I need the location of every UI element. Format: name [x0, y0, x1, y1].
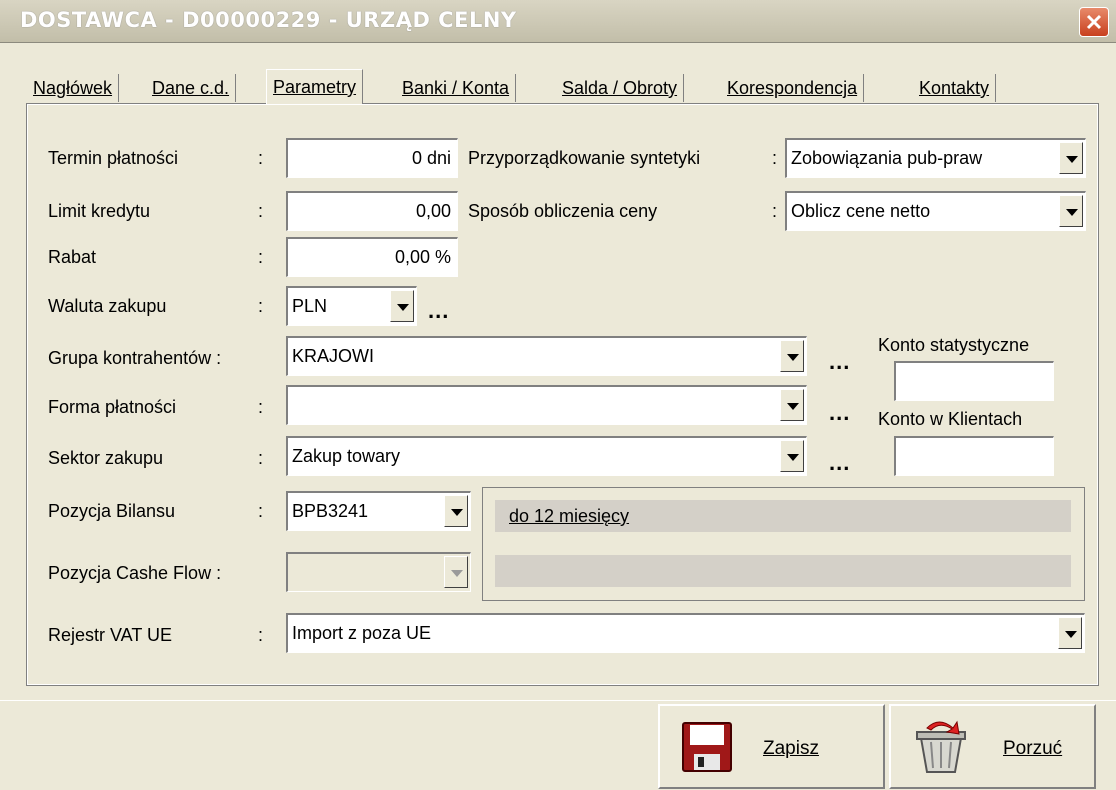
- forma-more-button[interactable]: ...: [829, 400, 850, 426]
- waluta-zakupu-label: Waluta zakupu: [48, 296, 167, 316]
- forma-platnosci-select[interactable]: [286, 385, 807, 425]
- konto-statystyczne-input[interactable]: [894, 361, 1054, 401]
- colon: :: [258, 296, 264, 316]
- close-icon: [1086, 14, 1102, 30]
- pozycja-bilansu-value: BPB3241: [292, 501, 369, 521]
- waluta-zakupu-select[interactable]: PLN: [286, 286, 417, 326]
- przyporzadkowanie-label: Przyporządkowanie syntetyki: [468, 148, 701, 168]
- tab-dane-cd[interactable]: Dane c.d.: [146, 74, 237, 102]
- konto-w-klientach-label: Konto w Klientach: [878, 409, 1023, 429]
- close-button[interactable]: [1079, 7, 1109, 37]
- cashflow-description: [495, 555, 1071, 587]
- forma-platnosci-label: Forma płatności: [48, 397, 177, 417]
- cancel-button[interactable]: Porzuć: [889, 704, 1096, 789]
- window-title: DOSTAWCA - D00000229 - URZĄD CELNY: [20, 8, 517, 32]
- chevron-down-icon[interactable]: [444, 495, 468, 527]
- grupa-more-button[interactable]: ...: [829, 349, 850, 375]
- colon: :: [258, 148, 264, 168]
- colon: :: [258, 501, 264, 521]
- sposob-obliczenia-select[interactable]: Oblicz cene netto: [785, 191, 1086, 231]
- sektor-zakupu-select[interactable]: Zakup towary: [286, 436, 807, 476]
- chevron-down-icon[interactable]: [1059, 195, 1083, 227]
- grupa-kontrahentow-value: KRAJOWI: [292, 346, 375, 366]
- chevron-down-icon[interactable]: [1059, 142, 1083, 174]
- save-button[interactable]: Zapisz: [658, 704, 885, 789]
- sektor-zakupu-label: Sektor zakupu: [48, 448, 164, 468]
- colon: :: [258, 247, 264, 267]
- tab-parametry[interactable]: Parametry: [266, 69, 364, 104]
- save-button-label: Zapisz: [763, 738, 819, 759]
- sposob-obliczenia-label: Sposób obliczenia ceny: [468, 201, 658, 221]
- trash-can-icon: [916, 720, 966, 773]
- przyporzadkowanie-select[interactable]: Zobowiązania pub-praw: [785, 138, 1086, 178]
- chevron-down-icon[interactable]: [780, 340, 804, 372]
- konto-statystyczne-label: Konto statystyczne: [878, 335, 1030, 355]
- sposob-obliczenia-value: Oblicz cene netto: [791, 201, 931, 221]
- chevron-down-icon[interactable]: [780, 389, 804, 421]
- rejestr-vat-ue-value: Import z poza UE: [292, 623, 432, 643]
- pozycja-description-group: do 12 miesięcy: [482, 487, 1085, 601]
- tab-korespondencja[interactable]: Korespondencja: [721, 74, 865, 102]
- przyporzadkowanie-value: Zobowiązania pub-praw: [791, 148, 983, 168]
- colon: :: [772, 148, 778, 168]
- termin-platnosci-label: Termin płatności: [48, 148, 179, 168]
- tab-strip: Nagłówek Dane c.d. Parametry Banki / Kon…: [0, 60, 1116, 104]
- colon: :: [258, 448, 264, 468]
- waluta-zakupu-value: PLN: [292, 296, 328, 316]
- termin-platnosci-input[interactable]: 0 dni: [286, 138, 458, 178]
- bilans-description: do 12 miesięcy: [495, 500, 1071, 532]
- limit-kredytu-input[interactable]: 0,00: [286, 191, 458, 231]
- tab-kontakty[interactable]: Kontakty: [913, 74, 997, 102]
- waluta-more-button[interactable]: ...: [428, 298, 449, 324]
- colon: :: [258, 201, 264, 221]
- grupa-kontrahentow-select[interactable]: KRAJOWI: [286, 336, 807, 376]
- colon: :: [772, 201, 778, 221]
- chevron-down-icon[interactable]: [390, 290, 414, 322]
- floppy-disk-icon: [682, 722, 732, 772]
- tab-naglowek[interactable]: Nagłówek: [27, 74, 120, 102]
- chevron-down-icon[interactable]: [1058, 617, 1082, 649]
- limit-kredytu-label: Limit kredytu: [48, 201, 151, 221]
- colon: :: [258, 397, 264, 417]
- sektor-zakupu-value: Zakup towary: [292, 446, 401, 466]
- pozycja-bilansu-select[interactable]: BPB3241: [286, 491, 471, 531]
- chevron-down-icon[interactable]: [780, 440, 804, 472]
- rejestr-vat-ue-select[interactable]: Import z poza UE: [286, 613, 1085, 653]
- colon: :: [258, 625, 264, 645]
- pozycja-cashe-flow-select[interactable]: [286, 552, 471, 592]
- cancel-button-label: Porzuć: [1003, 738, 1063, 759]
- pozycja-bilansu-label: Pozycja Bilansu: [48, 501, 176, 521]
- bilans-description-text: do 12 miesięcy: [509, 506, 630, 526]
- rabat-input[interactable]: 0,00 %: [286, 237, 458, 277]
- pozycja-cashe-flow-label: Pozycja Cashe Flow :: [48, 563, 222, 583]
- rejestr-vat-ue-label: Rejestr VAT UE: [48, 625, 173, 645]
- rabat-label: Rabat: [48, 247, 97, 267]
- sektor-more-button[interactable]: ...: [829, 450, 850, 476]
- tab-banki-konta[interactable]: Banki / Konta: [396, 74, 517, 102]
- title-bar: DOSTAWCA - D00000229 - URZĄD CELNY: [0, 0, 1116, 43]
- konto-w-klientach-input[interactable]: [894, 436, 1054, 476]
- chevron-down-icon: [444, 556, 468, 588]
- grupa-kontrahentow-label: Grupa kontrahentów :: [48, 348, 222, 368]
- tab-salda-obroty[interactable]: Salda / Obroty: [556, 74, 685, 102]
